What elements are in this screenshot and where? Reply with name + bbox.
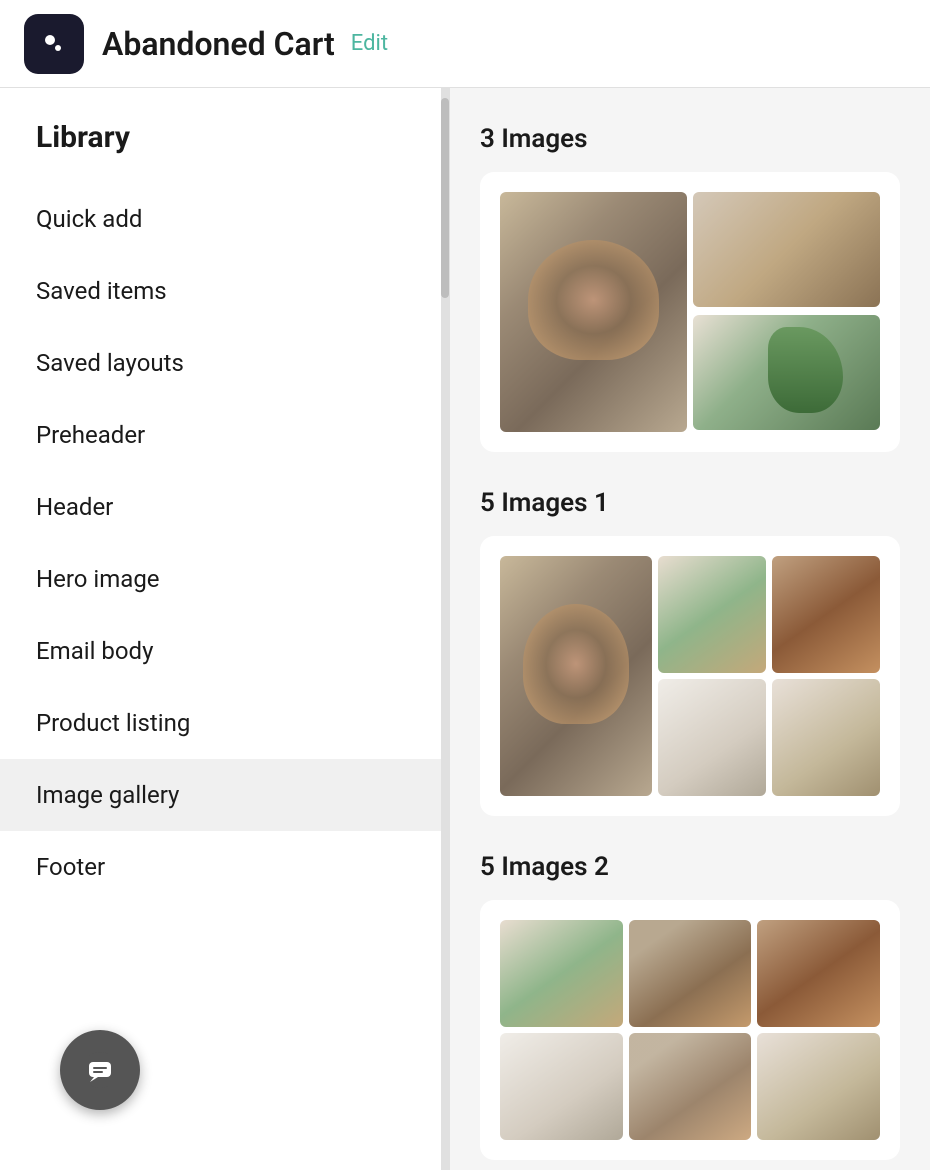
image-bouquet-sm-2	[629, 1033, 752, 1140]
sidebar: Library Quick add Saved items Saved layo…	[0, 88, 450, 1170]
section-title-5-images-2: 5 Images 2	[480, 852, 900, 882]
sidebar-item-header[interactable]: Header	[0, 471, 449, 543]
section-3-images: 3 Images	[480, 124, 900, 452]
sidebar-item-footer[interactable]: Footer	[0, 831, 449, 903]
grid-card-3-images[interactable]	[480, 172, 900, 452]
sidebar-item-email-body[interactable]: Email body	[0, 615, 449, 687]
section-5-images-1: 5 Images 1	[480, 488, 900, 816]
image-bouquet-sm	[629, 920, 752, 1027]
main-container: Library Quick add Saved items Saved layo…	[0, 88, 930, 1170]
image-bouquet-left	[500, 192, 687, 432]
section-5-images-2: 5 Images 2	[480, 852, 900, 1160]
sidebar-item-saved-items[interactable]: Saved items	[0, 255, 449, 327]
edit-button[interactable]: Edit	[351, 31, 388, 56]
image-frame-sm	[500, 1033, 623, 1140]
image-brown-top-right	[772, 556, 880, 673]
sidebar-item-image-gallery[interactable]: Image gallery	[0, 759, 449, 831]
grid-card-5-images-1[interactable]	[480, 536, 900, 816]
scrollbar	[441, 88, 449, 1170]
section-title-3-images: 3 Images	[480, 124, 900, 154]
image-frame-bottom-left	[658, 679, 766, 796]
chat-button[interactable]	[60, 1030, 140, 1110]
grid-5-images-2	[500, 920, 880, 1140]
sidebar-item-product-listing[interactable]: Product listing	[0, 687, 449, 759]
sidebar-item-hero-image[interactable]: Hero image	[0, 543, 449, 615]
grid-5-images-1	[500, 556, 880, 796]
sidebar-item-saved-layouts[interactable]: Saved layouts	[0, 327, 449, 399]
section-title-5-images-1: 5 Images 1	[480, 488, 900, 518]
image-plants-top-right	[658, 556, 766, 673]
page-title: Abandoned Cart	[102, 25, 335, 63]
sidebar-item-quick-add[interactable]: Quick add	[0, 183, 449, 255]
image-main-bouquet	[500, 556, 652, 796]
image-plants-bottom-right	[693, 315, 880, 430]
scrollbar-thumb	[441, 98, 449, 298]
image-macrame-sm	[757, 1033, 880, 1140]
library-title: Library	[0, 88, 449, 183]
logo-icon	[24, 14, 84, 74]
sidebar-item-preheader[interactable]: Preheader	[0, 399, 449, 471]
grid-3-images	[500, 192, 880, 432]
image-brown-sm	[757, 920, 880, 1027]
image-wall-top-right	[693, 192, 880, 307]
content-area: 3 Images 5 Images 1	[450, 88, 930, 1170]
image-macrame-bottom-right	[772, 679, 880, 796]
header: Abandoned Cart Edit	[0, 0, 930, 88]
image-plants-1	[500, 920, 623, 1027]
grid-card-5-images-2[interactable]	[480, 900, 900, 1160]
